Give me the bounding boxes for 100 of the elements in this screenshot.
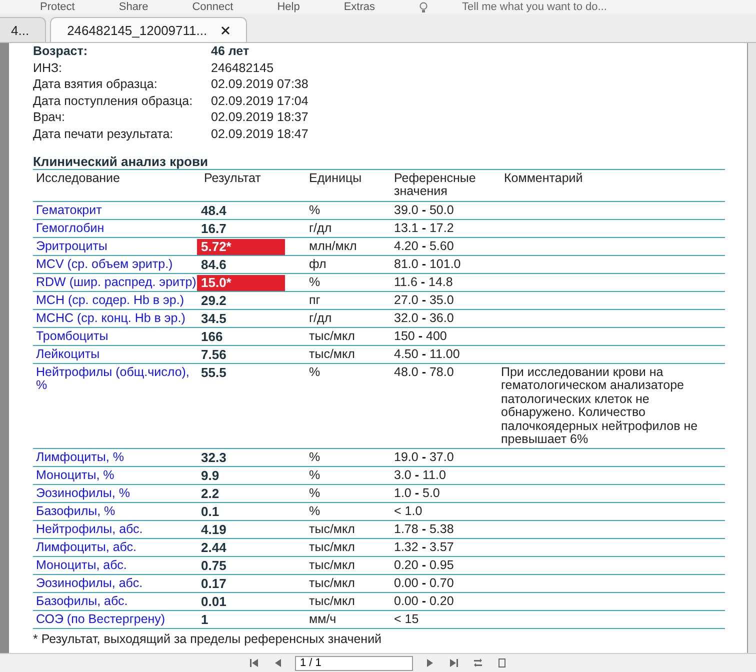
test-name: Эритроциты	[35, 238, 108, 255]
test-name: Эозинофилы, абс.	[35, 575, 144, 592]
units-cell-text: %	[308, 467, 322, 484]
reference-range: 19.0 - 37.0	[393, 449, 455, 466]
info-label: Возраст:	[33, 43, 89, 60]
info-label: Дата поступления образца:	[33, 92, 194, 109]
reference-range: 4.20 - 5.60	[393, 238, 455, 254]
reference-range: 39.0 - 50.0	[393, 202, 455, 218]
document-tab[interactable]: 246482145_12009711...	[50, 17, 248, 42]
test-name: MCHC (ср. конц. Hb в эр.)	[35, 310, 186, 327]
menu-item[interactable]: Help	[277, 1, 300, 13]
result-value: 29.2	[200, 293, 228, 309]
units-cell-text: млн/мкл	[308, 238, 358, 254]
column-header: Комментарий	[503, 170, 584, 187]
reference-range: 32.0 - 36.0	[393, 310, 455, 326]
close-icon[interactable]	[221, 26, 230, 34]
units-cell-text: тыс/мкл	[308, 593, 356, 610]
last-page-icon[interactable]	[447, 656, 461, 670]
footnote: * Результат, выходящий за пределы референсных значений	[33, 631, 383, 647]
first-page-icon[interactable]	[247, 656, 261, 670]
units-cell-text: г/дл	[308, 310, 333, 326]
result-value: 0.01	[200, 594, 228, 610]
units-cell-text: пг	[308, 292, 322, 308]
menu-item[interactable]: Extras	[344, 1, 376, 13]
test-name: Гематокрит	[35, 202, 103, 219]
units-cell-text: г/дл	[308, 220, 333, 236]
test-name: Базофилы, %	[35, 503, 116, 520]
result-value: 166	[200, 329, 224, 345]
result-value: 4.19	[200, 522, 228, 538]
test-name: Нейтрофилы (общ.число), %	[35, 364, 190, 394]
test-name: Лейкоциты	[35, 346, 101, 362]
test-name: Базофилы, абс.	[35, 593, 129, 610]
result-value: 0.75	[200, 558, 228, 574]
test-name: Моноциты, абс.	[35, 557, 128, 574]
test-name: MCV (ср. объем эритр.)	[35, 256, 174, 273]
info-label: Дата печати результата:	[33, 126, 174, 142]
units-cell-text: тыс/мкл	[308, 328, 356, 344]
result-value: 16.7	[200, 221, 228, 237]
info-label: Врач:	[33, 109, 66, 126]
info-value: 246482145	[211, 60, 275, 76]
units-cell-text: %	[308, 274, 322, 290]
reference-range: 27.0 - 35.0	[393, 292, 455, 308]
column-header: Единицы	[308, 170, 363, 187]
menu-item[interactable]: Connect	[192, 1, 234, 13]
reference-range: 150 - 400	[393, 328, 448, 344]
test-name: СОЭ (по Вестергрену)	[35, 611, 166, 628]
test-name: Моноциты, %	[35, 467, 116, 484]
result-value: 0.17	[200, 576, 228, 592]
reference-range: 1.0 - 5.0	[393, 485, 441, 502]
column-header: Исследование	[35, 170, 121, 187]
reference-range: 81.0 - 101.0	[393, 256, 462, 272]
result-value: 84.6	[200, 257, 228, 273]
units-cell-text: %	[308, 503, 322, 520]
reference-range: 11.6 - 14.8	[393, 274, 454, 290]
units-cell-text: мм/ч	[308, 611, 338, 628]
reference-range: 4.50 - 11.00	[393, 346, 461, 362]
test-name: MCH (ср. содер. Hb в эр.)	[35, 292, 185, 309]
section-title: Клинический анализ крови	[33, 155, 209, 169]
menu-item[interactable]: Share	[118, 1, 148, 13]
test-name: Нейтрофилы, абс.	[35, 521, 144, 538]
result-value: 2.2	[200, 486, 220, 502]
units-cell-text: фл	[308, 256, 328, 273]
reference-range: 1.32 - 3.57	[393, 539, 455, 556]
result-value: 0.1	[200, 504, 220, 520]
info-value: 02.09.2019 07:38	[211, 76, 310, 92]
result-value: 48.4	[200, 203, 228, 219]
result-value: 2.44	[200, 540, 228, 556]
info-label: Дата взятия образца:	[33, 76, 158, 92]
units-cell-text: тыс/мкл	[308, 557, 356, 574]
units-cell-text: тыс/мкл	[308, 539, 356, 556]
test-name: RDW (шир. распред. эритр)	[35, 274, 198, 291]
info-value: 02.09.2019 18:47	[211, 126, 310, 142]
document-tab[interactable]: 4...	[0, 17, 46, 42]
result-value: 15.0*	[197, 275, 285, 291]
result-value: 55.5	[200, 365, 228, 381]
info-value: 02.09.2019 18:37	[211, 109, 310, 126]
units-cell-text: %	[308, 485, 322, 502]
page-field[interactable]: 1 / 1	[295, 656, 413, 670]
tell-me-field[interactable]: Tell me what you want to do...	[462, 1, 652, 13]
reference-range: 0.00 - 0.70	[393, 575, 455, 592]
menu-item[interactable]: Protect	[40, 1, 75, 13]
reference-range: 13.1 - 17.2	[393, 220, 455, 236]
scrollbar[interactable]	[747, 43, 756, 653]
reference-range: < 15	[393, 611, 420, 628]
units-cell-text: тыс/мкл	[308, 575, 356, 592]
result-value: 7.56	[200, 347, 228, 363]
test-name: Лимфоциты, абс.	[35, 539, 138, 556]
info-value: 02.09.2019 17:04	[211, 92, 310, 109]
units-cell-text: тыс/мкл	[308, 521, 356, 538]
result-value: 5.72*	[197, 239, 285, 255]
result-value: 32.3	[200, 450, 228, 466]
reference-range: < 1.0	[393, 503, 424, 520]
result-value: 1	[200, 612, 210, 628]
result-value: 34.5	[200, 311, 228, 327]
units-cell-text: %	[308, 449, 322, 466]
test-name: Эозинофилы, %	[35, 485, 131, 502]
column-header: Референсные значения	[393, 170, 477, 200]
units-cell-text: %	[308, 202, 322, 218]
reference-range: 48.0 - 78.0	[393, 364, 455, 380]
test-name: Лимфоциты, %	[35, 449, 125, 466]
